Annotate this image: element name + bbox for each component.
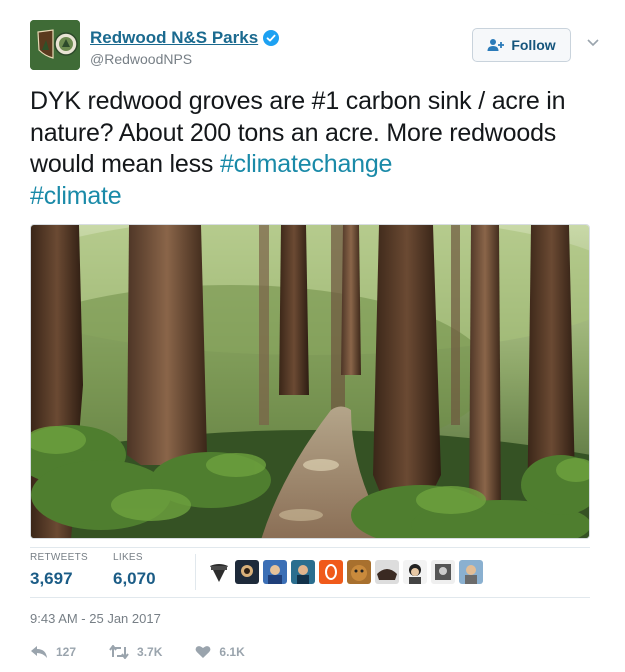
likers-avatars — [207, 560, 487, 584]
account-display-name[interactable]: Redwood N&S Parks — [90, 28, 258, 48]
retweet-icon — [109, 645, 129, 659]
reply-count: 127 — [56, 645, 77, 659]
tweet-actions: 127 3.7K 6.1K — [30, 642, 278, 662]
reply-icon — [31, 646, 47, 658]
likes-label: LIKES — [113, 552, 143, 563]
follow-button[interactable]: Follow — [472, 28, 571, 62]
retweet-count: 3.7K — [137, 645, 163, 659]
hashtag-link[interactable]: #climate — [30, 182, 122, 210]
retweets-count: 3,697 — [30, 569, 73, 588]
liker-avatar[interactable] — [235, 560, 259, 584]
tweet-timestamp[interactable]: 9:43 AM - 25 Jan 2017 — [30, 611, 161, 626]
hashtag-link[interactable]: #climatechange — [220, 150, 393, 178]
tweet-text: DYK redwood groves are #1 carbon sink / … — [30, 86, 600, 212]
liker-avatar[interactable] — [291, 560, 315, 584]
liker-avatar[interactable] — [431, 560, 455, 584]
liker-avatar[interactable] — [207, 560, 231, 584]
liker-avatar[interactable] — [347, 560, 371, 584]
liker-avatar[interactable] — [319, 560, 343, 584]
verified-badge-icon — [263, 30, 280, 46]
retweet-button[interactable]: 3.7K — [109, 645, 162, 659]
account-handle[interactable]: @RedwoodNPS — [90, 51, 192, 67]
retweets-stat[interactable]: RETWEETS 3,697 — [30, 552, 88, 589]
follow-label: Follow — [511, 37, 556, 53]
tweet-header: Redwood N&S Parks @RedwoodNPS Follow — [30, 20, 605, 74]
liker-avatar[interactable] — [459, 560, 483, 584]
likes-count: 6,070 — [113, 569, 156, 588]
reply-button[interactable]: 127 — [30, 645, 76, 659]
like-button[interactable]: 6.1K — [195, 645, 245, 659]
engagement-stats: RETWEETS 3,697 LIKES 6,070 — [30, 552, 590, 596]
tweet-photo[interactable] — [30, 224, 590, 539]
liker-avatar[interactable] — [263, 560, 287, 584]
divider — [195, 554, 196, 590]
liker-avatar[interactable] — [403, 560, 427, 584]
chevron-down-icon[interactable] — [585, 34, 601, 50]
divider — [30, 597, 590, 598]
retweets-label: RETWEETS — [30, 552, 88, 563]
divider — [30, 547, 590, 548]
account-avatar[interactable] — [30, 20, 80, 70]
like-count: 6.1K — [219, 645, 245, 659]
liker-avatar[interactable] — [375, 560, 399, 584]
add-user-icon — [487, 39, 505, 51]
heart-icon — [195, 646, 211, 658]
likes-stat[interactable]: LIKES 6,070 — [113, 552, 156, 589]
